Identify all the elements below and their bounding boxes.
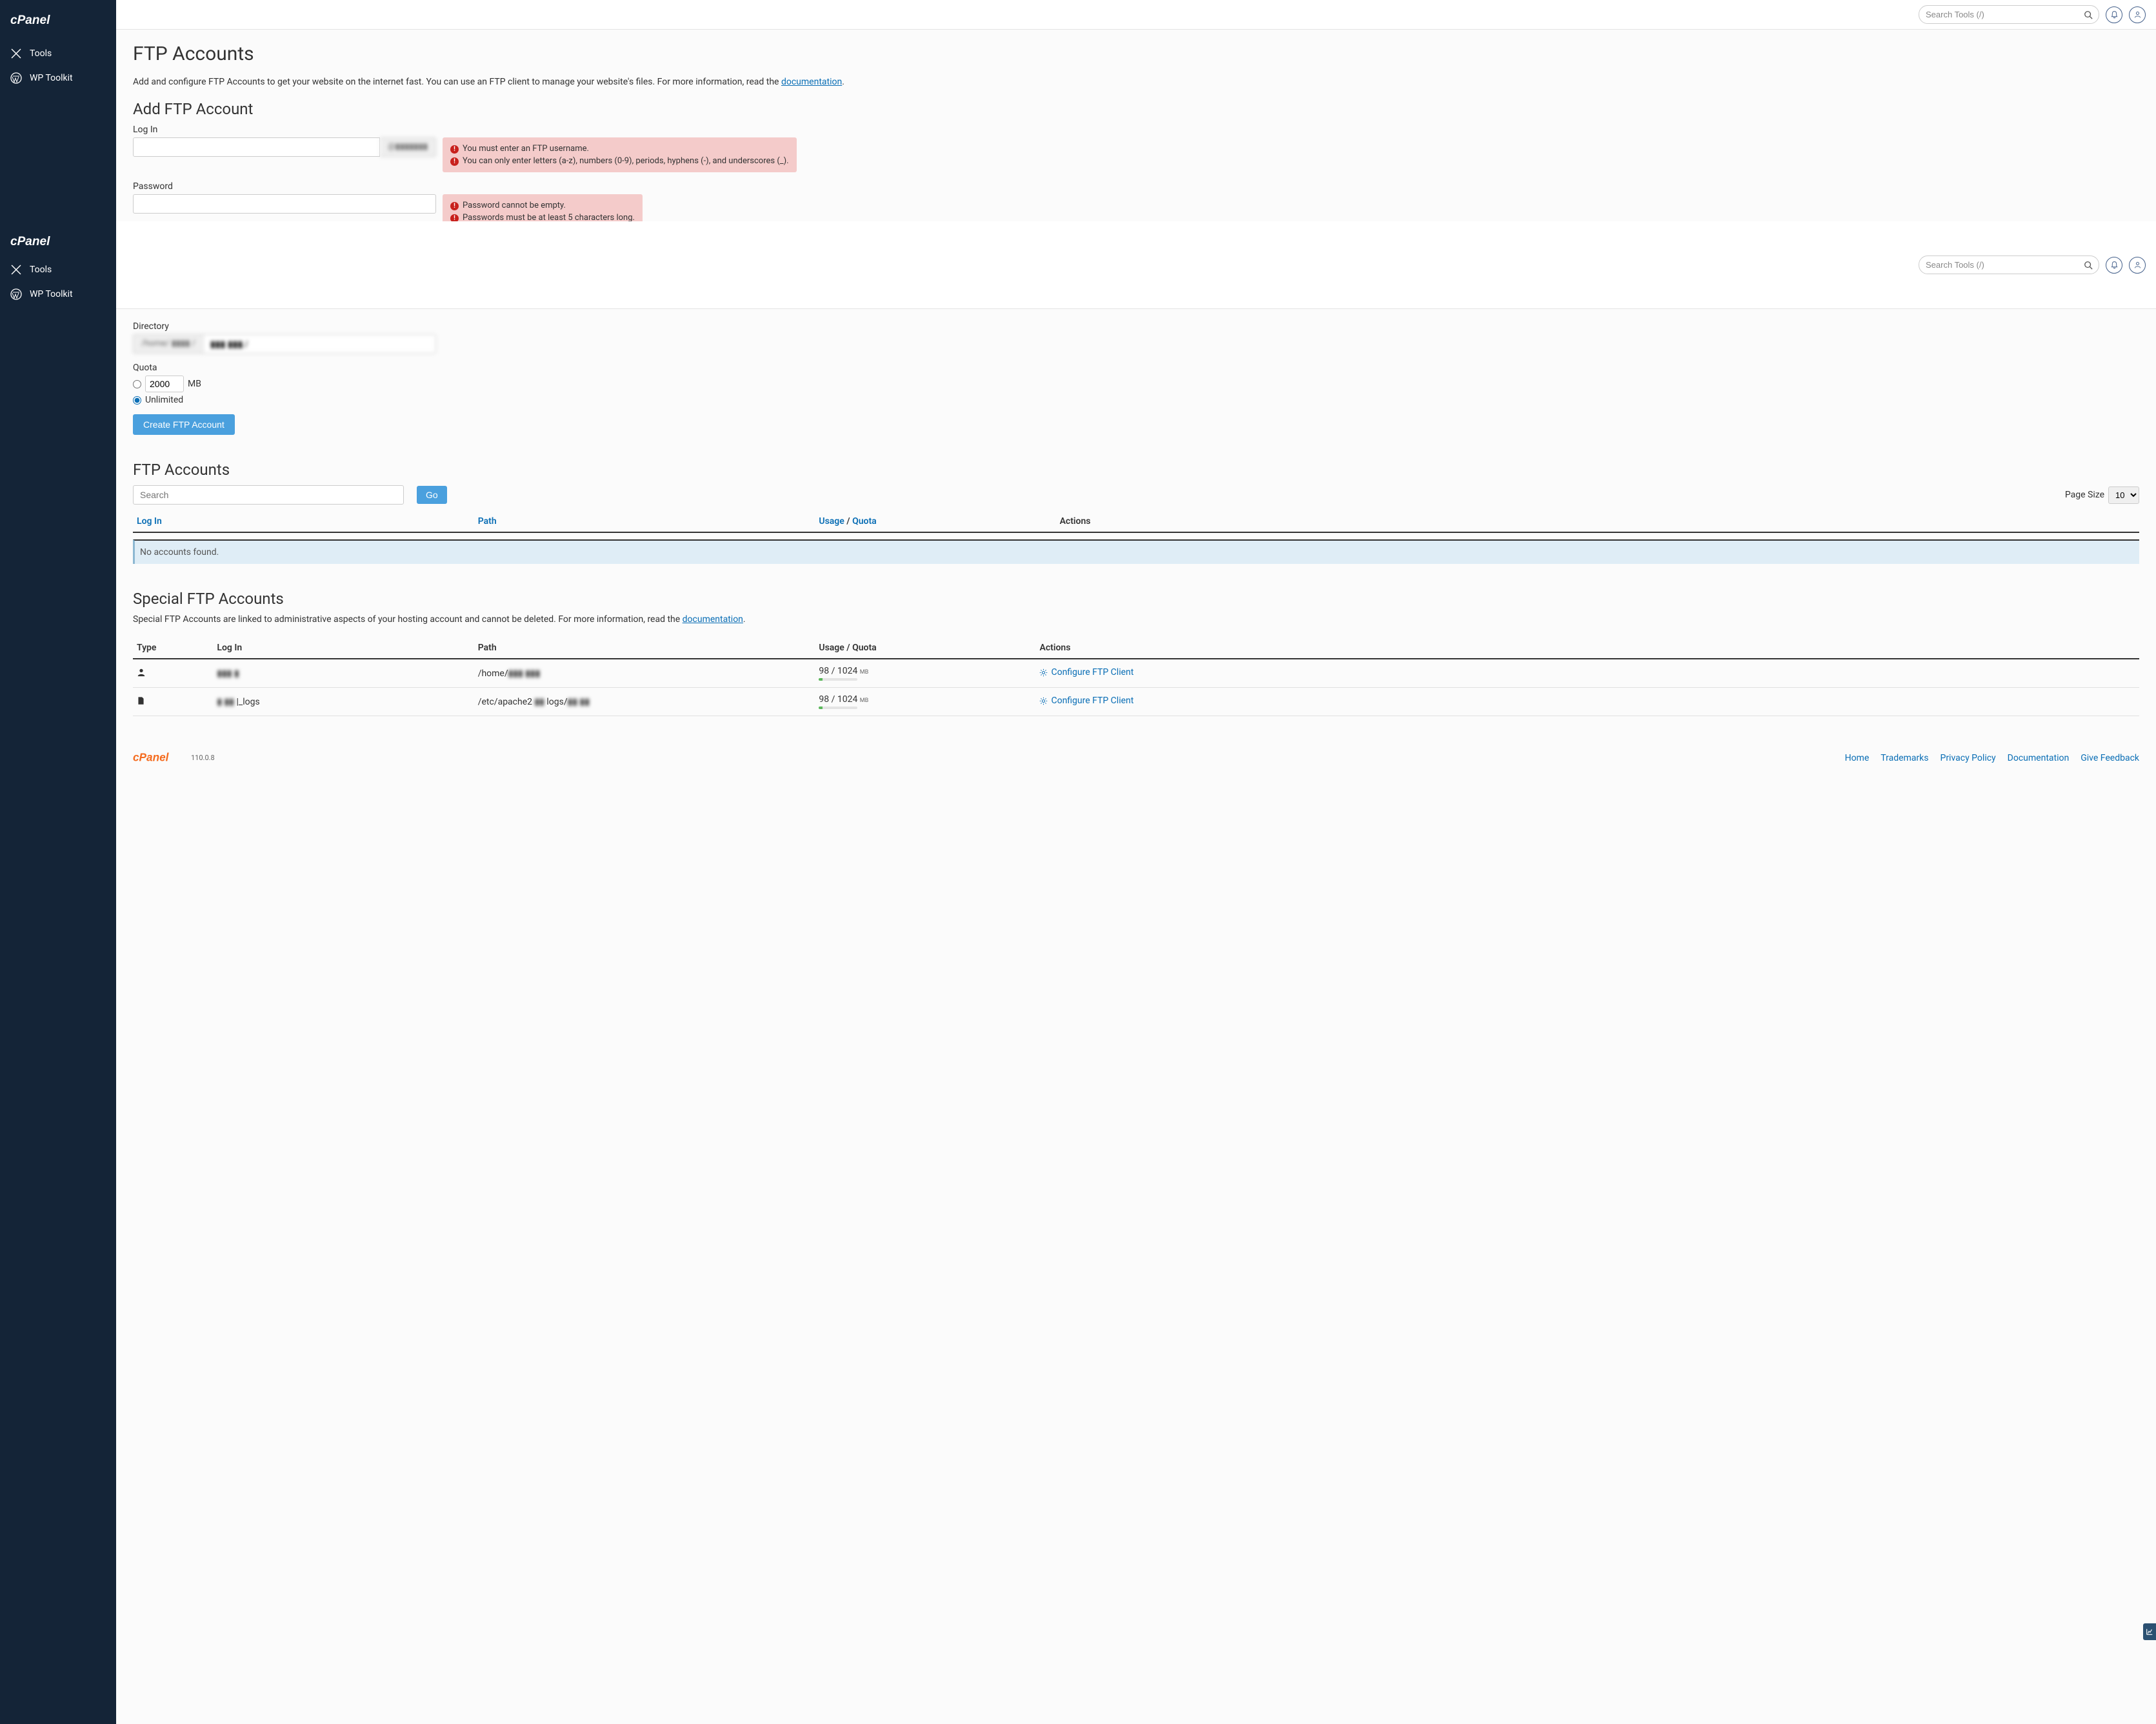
password-input[interactable] bbox=[133, 194, 436, 214]
gear-icon bbox=[1039, 697, 1048, 705]
wordpress-icon bbox=[10, 72, 22, 84]
cpanel-logo[interactable]: cPanel bbox=[0, 226, 116, 257]
file-icon bbox=[137, 697, 145, 708]
overlay-duplicate-header: cPanel Tools WP Toolkit bbox=[0, 221, 2156, 309]
quota-unlimited-label: Unlimited bbox=[145, 395, 183, 405]
login-label: Log In bbox=[133, 125, 2139, 135]
user-icon bbox=[2133, 10, 2142, 19]
add-heading: Add FTP Account bbox=[133, 100, 2139, 118]
sidebar-item-label: WP Toolkit bbox=[30, 73, 73, 83]
chart-icon bbox=[2146, 1628, 2153, 1636]
footer: cPanel 110.0.8 Home Trademarks Privacy P… bbox=[116, 736, 2156, 785]
footer-link-feedback[interactable]: Give Feedback bbox=[2081, 753, 2139, 763]
table-row: ▮ ▮▮ |_logs /etc/apache2 ▮▮ logs/▮▮ ▮▮ 9… bbox=[133, 688, 2139, 716]
search-input[interactable] bbox=[1919, 5, 2099, 24]
quota-label: Quota bbox=[133, 363, 2139, 373]
notifications-button[interactable] bbox=[2106, 6, 2122, 23]
wordpress-icon bbox=[10, 288, 22, 300]
footer-link-documentation[interactable]: Documentation bbox=[2008, 753, 2070, 763]
search-input[interactable] bbox=[1919, 256, 2099, 274]
svg-text:cPanel: cPanel bbox=[133, 751, 170, 764]
gear-icon bbox=[1039, 668, 1048, 677]
col-login[interactable]: Log In bbox=[133, 511, 474, 532]
accounts-table: Log In Path Usage / Quota Actions bbox=[133, 511, 2139, 533]
svg-text:cPanel: cPanel bbox=[10, 14, 50, 27]
tools-icon bbox=[10, 48, 22, 59]
special-heading: Special FTP Accounts bbox=[133, 590, 2139, 608]
search-icon[interactable] bbox=[2084, 261, 2093, 270]
main-content: FTP Accounts Add and configure FTP Accou… bbox=[116, 0, 2156, 1724]
user-menu-button[interactable] bbox=[2129, 6, 2146, 23]
cpanel-logo[interactable]: cPanel bbox=[0, 0, 116, 41]
directory-label: Directory bbox=[133, 321, 2139, 332]
empty-message: No accounts found. bbox=[133, 539, 2139, 564]
footer-link-trademarks[interactable]: Trademarks bbox=[1881, 753, 1928, 763]
special-table: Type Log In Path Usage / Quota Actions ▮… bbox=[133, 637, 2139, 716]
stats-floater-button[interactable] bbox=[2143, 1623, 2156, 1640]
page-intro: Add and configure FTP Accounts to get yo… bbox=[133, 77, 2139, 87]
col-type: Type bbox=[133, 637, 213, 659]
notifications-button[interactable] bbox=[2106, 257, 2122, 274]
user-icon bbox=[2133, 261, 2142, 269]
sidebar-item-wptoolkit[interactable]: WP Toolkit bbox=[0, 66, 116, 90]
user-icon bbox=[137, 669, 146, 679]
col-quota[interactable]: Quota bbox=[852, 516, 877, 526]
search-go-button[interactable]: Go bbox=[417, 486, 447, 504]
tools-icon bbox=[10, 264, 22, 276]
sidebar-item-tools[interactable]: Tools bbox=[0, 257, 116, 282]
quota-unit: MB bbox=[188, 379, 201, 389]
login-domain-suffix: @▮▮▮▮▮▮▮ bbox=[380, 137, 436, 157]
bell-icon bbox=[2110, 261, 2119, 269]
col-actions: Actions bbox=[1056, 511, 2139, 532]
topbar bbox=[116, 0, 2156, 30]
sidebar-item-tools[interactable]: Tools bbox=[0, 41, 116, 66]
table-row: ▮▮▮ ▮ /home/▮▮▮ ▮▮▮ 98 / 1024 MB Configu… bbox=[133, 659, 2139, 688]
cpanel-footer-logo[interactable]: cPanel bbox=[133, 751, 188, 765]
password-label: Password bbox=[133, 181, 2139, 192]
page-size-select[interactable]: 10 bbox=[2108, 486, 2139, 504]
search-icon[interactable] bbox=[2084, 10, 2093, 19]
special-documentation-link[interactable]: documentation bbox=[683, 614, 743, 625]
footer-link-privacy[interactable]: Privacy Policy bbox=[1940, 753, 1995, 763]
col-path: Path bbox=[474, 637, 815, 659]
col-usage: Usage / Quota bbox=[815, 637, 1035, 659]
directory-input[interactable] bbox=[203, 334, 436, 354]
col-actions: Actions bbox=[1035, 637, 2139, 659]
quota-value-input[interactable] bbox=[145, 376, 184, 392]
login-input[interactable] bbox=[133, 137, 380, 157]
directory-prefix: /home/ ▮▮▮▮ / bbox=[133, 334, 203, 354]
create-ftp-button[interactable]: Create FTP Account bbox=[133, 414, 235, 435]
version-text: 110.0.8 bbox=[191, 754, 215, 762]
col-login: Log In bbox=[213, 637, 474, 659]
quota-unlimited-radio[interactable] bbox=[133, 396, 141, 405]
special-intro: Special FTP Accounts are linked to admin… bbox=[133, 614, 2139, 625]
user-menu-button[interactable] bbox=[2129, 257, 2146, 274]
svg-text:cPanel: cPanel bbox=[10, 235, 50, 248]
page-size-label: Page Size bbox=[2065, 490, 2104, 500]
page-title: FTP Accounts bbox=[133, 43, 2139, 65]
error-icon: ! bbox=[450, 157, 459, 166]
documentation-link[interactable]: documentation bbox=[781, 77, 842, 87]
configure-ftp-link[interactable]: Configure FTP Client bbox=[1039, 696, 1133, 706]
sidebar-item-wptoolkit[interactable]: WP Toolkit bbox=[0, 282, 116, 306]
configure-ftp-link[interactable]: Configure FTP Client bbox=[1039, 667, 1133, 677]
bell-icon bbox=[2110, 10, 2119, 19]
footer-link-home[interactable]: Home bbox=[1845, 753, 1870, 763]
list-heading: FTP Accounts bbox=[133, 461, 2139, 479]
sidebar-item-label: Tools bbox=[30, 48, 52, 59]
login-errors: !You must enter an FTP username. !You ca… bbox=[443, 137, 797, 172]
accounts-search-input[interactable] bbox=[133, 485, 404, 505]
quota-limited-radio[interactable] bbox=[133, 380, 141, 388]
error-icon: ! bbox=[450, 202, 459, 210]
col-path[interactable]: Path bbox=[474, 511, 815, 532]
col-usage[interactable]: Usage bbox=[819, 516, 844, 526]
error-icon: ! bbox=[450, 145, 459, 154]
